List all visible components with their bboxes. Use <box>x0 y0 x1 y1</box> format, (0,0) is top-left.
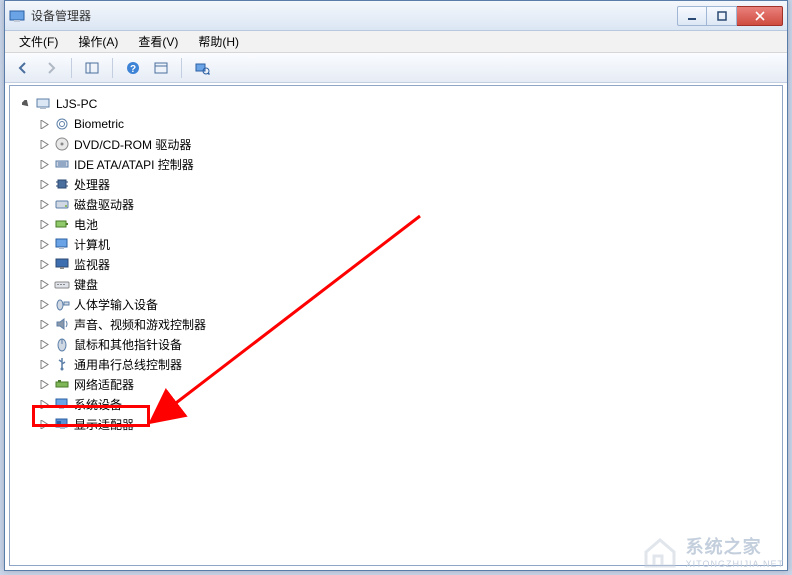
tree-item-biometric[interactable]: Biometric <box>16 114 776 134</box>
hid-icon <box>54 296 70 312</box>
tree-item-label: IDE ATA/ATAPI 控制器 <box>74 156 194 173</box>
collapse-icon[interactable] <box>20 98 32 110</box>
sound-icon <box>54 316 70 332</box>
tree-item-mouse[interactable]: 鼠标和其他指针设备 <box>16 334 776 354</box>
tree-item-network[interactable]: 网络适配器 <box>16 374 776 394</box>
expand-icon[interactable] <box>38 278 50 290</box>
toolbar: ? <box>5 53 787 83</box>
tree-item-label: Biometric <box>74 117 124 131</box>
mouse-icon <box>54 336 70 352</box>
tree-item-label: 键盘 <box>74 276 98 293</box>
window-controls <box>677 6 783 26</box>
tree-item-display[interactable]: 显示适配器 <box>16 414 776 434</box>
menubar: 文件(F) 操作(A) 查看(V) 帮助(H) <box>5 31 787 53</box>
expand-icon[interactable] <box>38 338 50 350</box>
tree-item-label: 系统设备 <box>74 396 122 413</box>
tree-item-system[interactable]: 系统设备 <box>16 394 776 414</box>
toolbar-separator <box>112 58 113 78</box>
toolbar-separator <box>71 58 72 78</box>
expand-icon[interactable] <box>38 118 50 130</box>
expand-icon[interactable] <box>38 258 50 270</box>
tree-item-label: 磁盘驱动器 <box>74 196 134 213</box>
scan-hardware-button[interactable] <box>190 56 214 80</box>
tree-item-label: 显示适配器 <box>74 416 134 433</box>
expand-icon[interactable] <box>38 198 50 210</box>
tree-item-processor[interactable]: 处理器 <box>16 174 776 194</box>
forward-button[interactable] <box>39 56 63 80</box>
svg-text:?: ? <box>130 64 136 75</box>
tree-item-label: 声音、视频和游戏控制器 <box>74 316 206 333</box>
computer-category-icon <box>54 236 70 252</box>
tree-item-label: 鼠标和其他指针设备 <box>74 336 182 353</box>
menu-view[interactable]: 查看(V) <box>130 31 186 52</box>
tree-item-keyboard[interactable]: 键盘 <box>16 274 776 294</box>
expand-icon[interactable] <box>38 138 50 150</box>
close-button[interactable] <box>737 6 783 26</box>
menu-help[interactable]: 帮助(H) <box>190 31 247 52</box>
show-hide-button[interactable] <box>80 56 104 80</box>
menu-file[interactable]: 文件(F) <box>11 31 66 52</box>
expand-icon[interactable] <box>38 358 50 370</box>
tree-item-monitor[interactable]: 监视器 <box>16 254 776 274</box>
tree-item-computer[interactable]: 计算机 <box>16 234 776 254</box>
biometric-icon <box>54 116 70 132</box>
menu-action[interactable]: 操作(A) <box>70 31 126 52</box>
back-button[interactable] <box>11 56 35 80</box>
expand-icon[interactable] <box>38 378 50 390</box>
expand-icon[interactable] <box>38 158 50 170</box>
dvd-icon <box>54 136 70 152</box>
help-button[interactable]: ? <box>121 56 145 80</box>
root-label: LJS-PC <box>56 97 97 111</box>
expand-icon[interactable] <box>38 238 50 250</box>
battery-icon <box>54 216 70 232</box>
titlebar[interactable]: 设备管理器 <box>5 1 787 31</box>
expand-icon[interactable] <box>38 178 50 190</box>
expand-icon[interactable] <box>38 418 50 430</box>
tree-item-label: DVD/CD-ROM 驱动器 <box>74 136 191 153</box>
tree-item-dvd[interactable]: DVD/CD-ROM 驱动器 <box>16 134 776 154</box>
system-icon <box>54 396 70 412</box>
tree-item-label: 计算机 <box>74 236 110 253</box>
monitor-icon <box>54 256 70 272</box>
tree-item-label: 网络适配器 <box>74 376 134 393</box>
expand-icon[interactable] <box>38 298 50 310</box>
disk-icon <box>54 196 70 212</box>
tree-item-label: 通用串行总线控制器 <box>74 356 182 373</box>
tree-item-usb[interactable]: 通用串行总线控制器 <box>16 354 776 374</box>
display-adapter-icon <box>54 416 70 432</box>
maximize-button[interactable] <box>707 6 737 26</box>
properties-button[interactable] <box>149 56 173 80</box>
tree-item-label: 监视器 <box>74 256 110 273</box>
expand-icon[interactable] <box>38 218 50 230</box>
usb-icon <box>54 356 70 372</box>
expand-icon[interactable] <box>38 398 50 410</box>
minimize-button[interactable] <box>677 6 707 26</box>
app-icon <box>9 8 25 24</box>
tree-item-disk[interactable]: 磁盘驱动器 <box>16 194 776 214</box>
toolbar-separator <box>181 58 182 78</box>
tree-item-sound[interactable]: 声音、视频和游戏控制器 <box>16 314 776 334</box>
device-manager-window: 设备管理器 文件(F) 操作(A) 查看(V) 帮助(H) ? LJS-PC <box>4 0 788 571</box>
ide-icon <box>54 156 70 172</box>
keyboard-icon <box>54 276 70 292</box>
computer-icon <box>36 96 52 112</box>
tree-item-battery[interactable]: 电池 <box>16 214 776 234</box>
tree-root[interactable]: LJS-PC <box>16 94 776 114</box>
tree-item-label: 处理器 <box>74 176 110 193</box>
expand-icon[interactable] <box>38 318 50 330</box>
tree-item-label: 电池 <box>74 216 98 233</box>
tree-item-ide[interactable]: IDE ATA/ATAPI 控制器 <box>16 154 776 174</box>
tree-item-label: 人体学输入设备 <box>74 296 158 313</box>
network-icon <box>54 376 70 392</box>
tree-content[interactable]: LJS-PC Biometric DVD/CD-ROM 驱动器 IDE ATA/… <box>9 85 783 566</box>
tree-item-hid[interactable]: 人体学输入设备 <box>16 294 776 314</box>
window-title: 设备管理器 <box>31 7 91 24</box>
device-tree: LJS-PC Biometric DVD/CD-ROM 驱动器 IDE ATA/… <box>10 90 782 438</box>
cpu-icon <box>54 176 70 192</box>
